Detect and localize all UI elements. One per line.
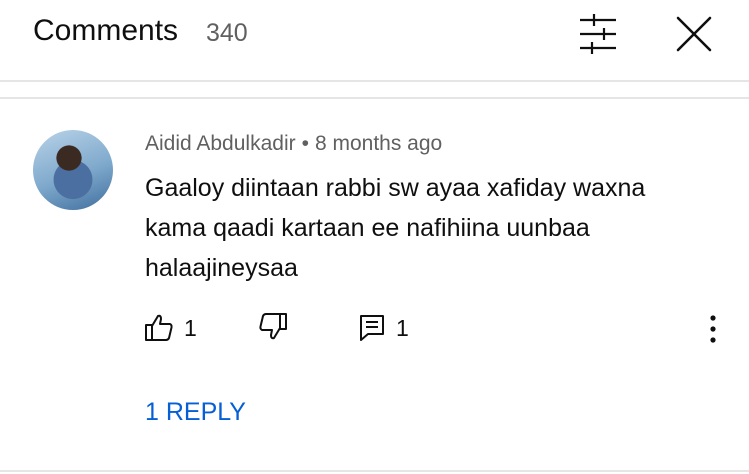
thumbs-down-icon xyxy=(259,313,287,340)
thumbs-up-icon xyxy=(145,314,173,341)
page-title: Comments xyxy=(33,14,179,47)
reply-comment-icon xyxy=(360,315,384,341)
close-icon xyxy=(676,16,712,52)
meta-separator: • xyxy=(301,132,309,155)
comment-meta: Aidid Abdulkadir • 8 months ago xyxy=(145,132,442,156)
comment-time[interactable]: 8 months ago xyxy=(315,132,442,155)
more-options-button[interactable] xyxy=(700,312,726,346)
header-divider xyxy=(0,80,749,82)
sort-sliders-icon xyxy=(580,14,616,54)
comment-text-line: kama qaadi kartaan ee nafihiina uunbaa xyxy=(145,214,590,242)
close-button[interactable] xyxy=(668,10,720,58)
avatar[interactable] xyxy=(33,130,113,210)
dislike-button[interactable] xyxy=(258,312,288,342)
reply-button[interactable] xyxy=(358,313,386,341)
comment-text-line: Gaaloy diintaan rabbi sw ayaa xafiday wa… xyxy=(145,174,646,202)
author-name[interactable]: Aidid Abdulkadir xyxy=(145,132,296,155)
more-vertical-icon xyxy=(710,315,716,343)
bottom-divider xyxy=(0,470,749,472)
comment-text-line: halaajineysaa xyxy=(145,254,298,282)
like-button[interactable] xyxy=(144,312,174,342)
like-count: 1 xyxy=(184,315,197,341)
comment-text: Gaaloy diintaan rabbi sw ayaa xafiday wa… xyxy=(145,168,705,288)
section-divider xyxy=(0,97,749,99)
view-replies-link[interactable]: 1 REPLY xyxy=(145,398,246,427)
comment-count: 340 xyxy=(206,19,248,47)
sort-button[interactable] xyxy=(572,12,624,56)
comments-header: Comments 340 xyxy=(0,0,749,80)
reply-count: 1 xyxy=(396,315,409,341)
